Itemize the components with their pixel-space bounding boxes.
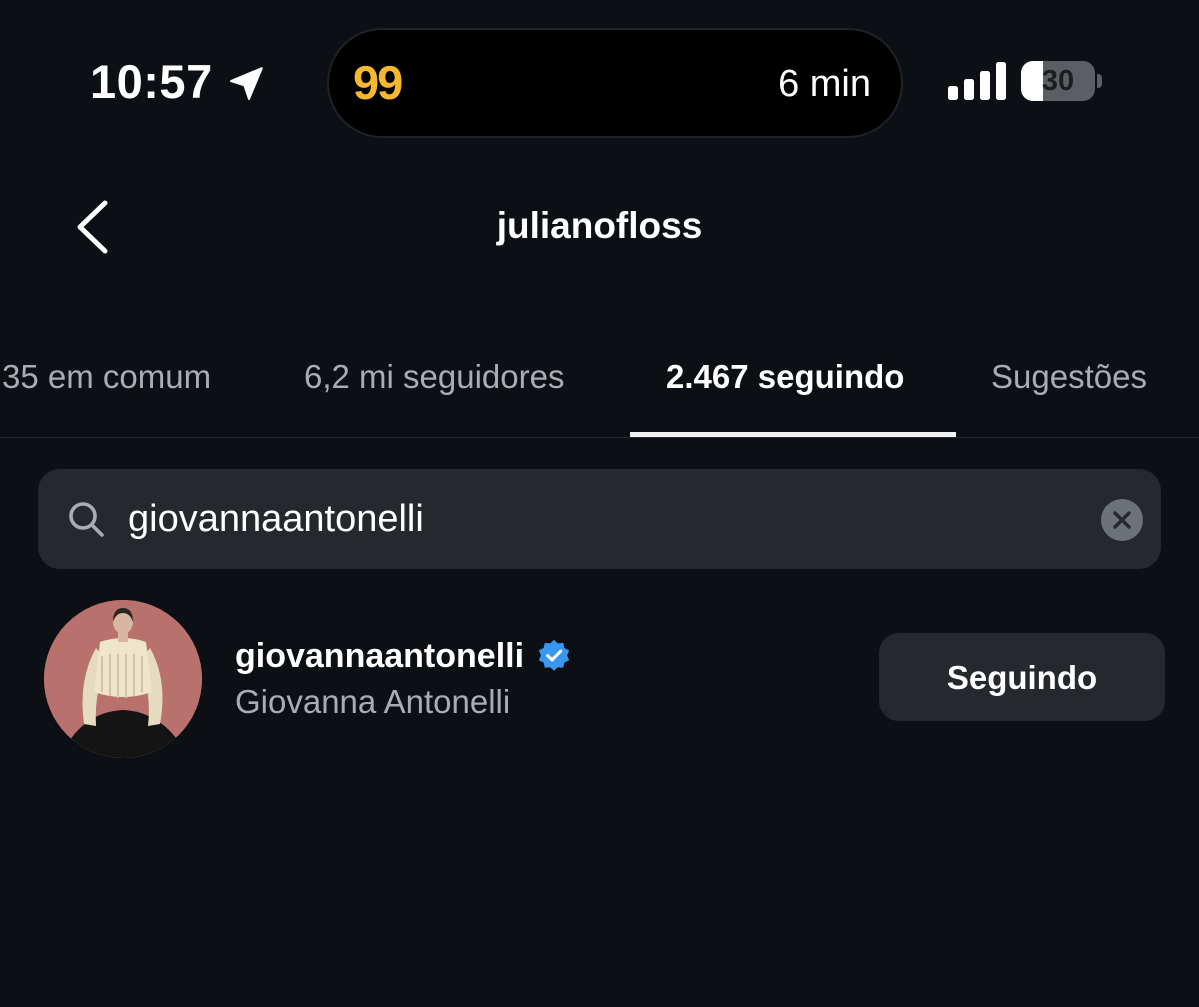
full-name: Giovanna Antonelli (235, 683, 511, 720)
list-item[interactable]: giovannaantonelli Giovanna Antonelli Seg… (0, 596, 1199, 762)
tab-mutual[interactable]: 35 em comum (2, 356, 211, 398)
clear-search-button[interactable] (1101, 499, 1143, 541)
search-bar[interactable] (38, 469, 1161, 569)
battery-body: 30 (1021, 61, 1095, 101)
battery-cap (1097, 74, 1102, 88)
search-icon (69, 502, 104, 537)
avatar-image (44, 600, 202, 758)
status-bar: 10:57 99 6 min 30 (0, 0, 1199, 160)
username-line: giovannaantonelli (235, 634, 571, 678)
ride-eta: 6 min (778, 63, 871, 105)
battery-level: 30 (1041, 65, 1075, 97)
username[interactable]: giovannaantonelli (235, 634, 524, 678)
tab-followers[interactable]: 6,2 mi seguidores (304, 356, 564, 398)
following-button[interactable]: Seguindo (879, 633, 1165, 721)
tab-bar: 35 em comum 6,2 mi seguidores 2.467 segu… (0, 340, 1199, 438)
close-icon (1113, 511, 1131, 529)
tab-suggestions[interactable]: Sugestões (991, 356, 1147, 398)
divider (0, 437, 1199, 438)
ride-app-logo: 99 (353, 56, 403, 109)
status-time: 10:57 (90, 55, 213, 108)
page-title: julianofloss (496, 205, 703, 246)
battery-indicator: 30 (1021, 61, 1102, 101)
location-arrow-icon (230, 67, 263, 100)
verified-badge-icon (538, 639, 569, 671)
tab-following[interactable]: 2.467 seguindo (666, 356, 904, 398)
avatar[interactable] (44, 600, 202, 758)
dynamic-island[interactable]: 99 6 min (329, 30, 901, 136)
cellular-signal-icon (948, 62, 1006, 100)
search-input[interactable] (128, 493, 1088, 545)
